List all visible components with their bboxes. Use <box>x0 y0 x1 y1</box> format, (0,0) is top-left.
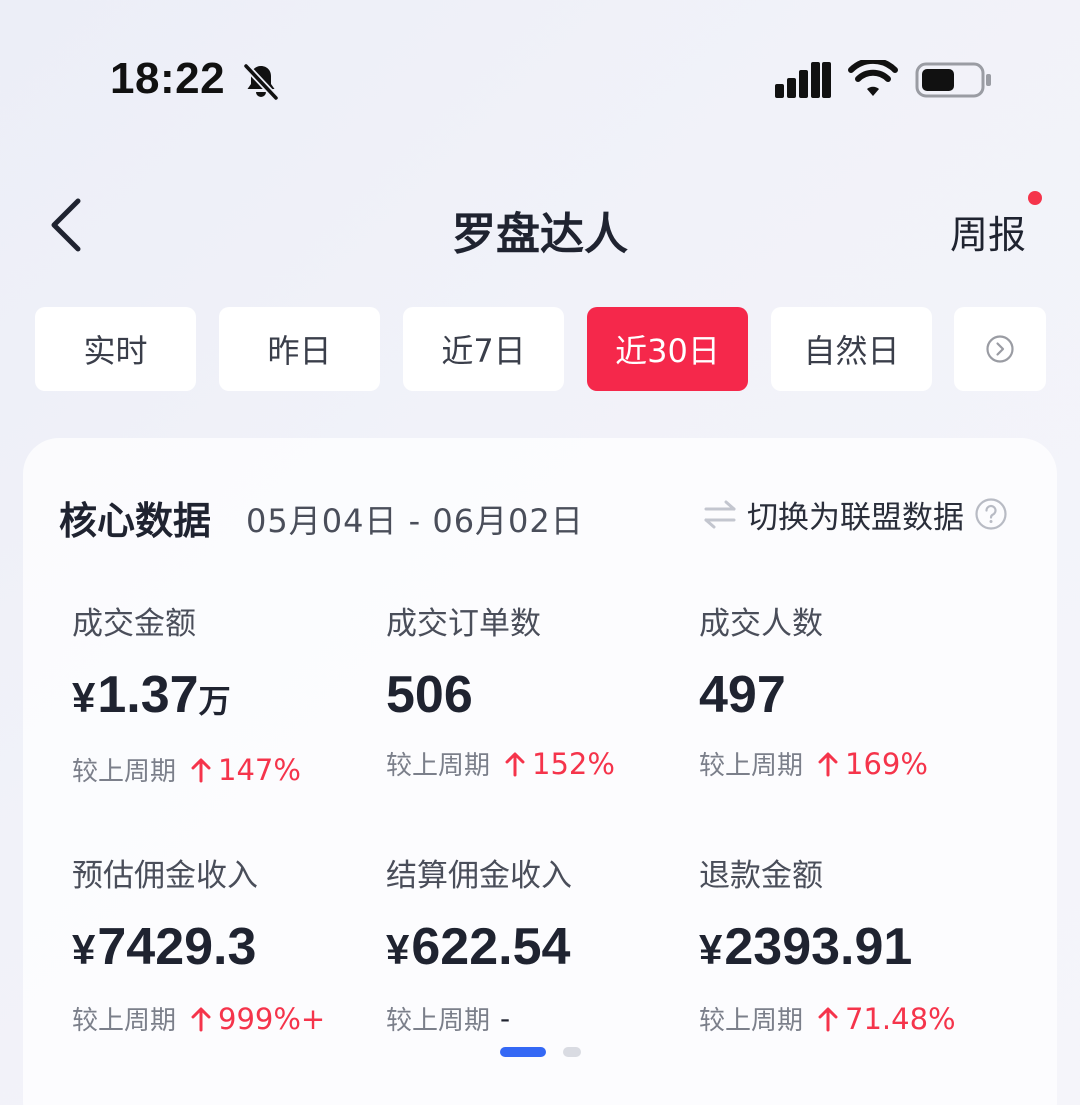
date-range: 05月04日 - 06月02日 <box>246 502 584 540</box>
date-range-tabs: 实时 昨日 近7日 近30日 自然日 <box>35 307 1080 391</box>
compare-value: 169% <box>845 746 928 781</box>
metric-label: 预估佣金收入 <box>72 858 258 894</box>
tab-natural-day[interactable]: 自然日 <box>771 307 932 391</box>
signal-icon <box>775 62 831 98</box>
compare-label: 较上周期 <box>386 1006 491 1036</box>
metric-gmv[interactable]: 成交金额 ¥1.37万 较上周期 147% <box>72 598 372 788</box>
bell-off-icon <box>242 62 280 102</box>
weekly-report-link[interactable]: 周报 <box>950 204 1026 259</box>
compare-value: 147% <box>218 752 301 787</box>
status-bar: 18:22 <box>0 0 1080 150</box>
metric-label: 退款金额 <box>699 858 823 894</box>
tab-last-7-days[interactable]: 近7日 <box>403 307 564 391</box>
arrow-up-icon <box>818 1007 838 1031</box>
compare-label: 较上周期 <box>699 1006 804 1036</box>
card-title: 核心数据 <box>59 499 212 543</box>
swap-icon <box>704 500 736 529</box>
compare-value: 71.48% <box>845 1001 956 1036</box>
metric-label: 成交人数 <box>699 606 823 642</box>
metric-compare: 较上周期 999%+ <box>72 1000 372 1037</box>
page-dot[interactable] <box>563 1047 581 1057</box>
metric-compare: 较上周期 152% <box>386 745 686 782</box>
compare-label: 较上周期 <box>72 1006 177 1036</box>
compare-label: 较上周期 <box>72 757 177 787</box>
arrow-up-icon <box>191 758 211 782</box>
metric-value: ¥1.37万 <box>72 666 231 724</box>
metric-value: 506 <box>386 666 473 724</box>
metric-value: ¥7429.3 <box>72 918 257 976</box>
switch-data-source-label: 切换为联盟数据 <box>747 499 964 536</box>
metric-compare: 较上周期 - <box>386 1000 686 1037</box>
metric-value: 497 <box>699 666 786 724</box>
metric-compare: 较上周期 169% <box>699 745 999 782</box>
compare-value: 999%+ <box>218 1001 326 1036</box>
arrow-up-icon <box>191 1007 211 1031</box>
tab-realtime[interactable]: 实时 <box>35 307 196 391</box>
metric-label: 成交订单数 <box>386 606 541 642</box>
tab-last-30-days[interactable]: 近30日 <box>587 307 748 391</box>
metric-estimated-commission[interactable]: 预估佣金收入 ¥7429.3 较上周期 999%+ <box>72 850 372 1037</box>
status-time: 18:22 <box>110 54 226 103</box>
page-title: 罗盘达人 <box>452 209 628 260</box>
more-tabs-button[interactable] <box>954 307 1046 391</box>
page-indicator <box>500 1047 600 1059</box>
metric-compare: 较上周期 147% <box>72 751 372 788</box>
arrow-up-icon <box>818 752 838 776</box>
metric-value: ¥2393.91 <box>699 918 913 976</box>
core-data-card: 核心数据 05月04日 - 06月02日 切换为联盟数据 成交金额 ¥1.37万… <box>23 438 1057 1105</box>
compare-label: 较上周期 <box>699 751 804 781</box>
metric-orders[interactable]: 成交订单数 506 较上周期 152% <box>386 598 686 782</box>
wifi-icon <box>848 60 898 96</box>
battery-icon <box>915 62 991 98</box>
help-icon[interactable] <box>974 497 1008 531</box>
metric-value: ¥622.54 <box>386 918 571 976</box>
switch-data-source-button[interactable]: 切换为联盟数据 <box>703 492 1008 536</box>
compare-value: - <box>500 1002 511 1035</box>
chevron-right-circle-icon <box>986 335 1014 363</box>
metric-label: 结算佣金收入 <box>386 858 572 894</box>
arrow-up-icon <box>505 752 525 776</box>
metric-compare: 较上周期 71.48% <box>699 1000 999 1037</box>
metric-settled-commission[interactable]: 结算佣金收入 ¥622.54 较上周期 - <box>386 850 686 1037</box>
metric-label: 成交金额 <box>72 606 196 642</box>
metric-refund-amount[interactable]: 退款金额 ¥2393.91 较上周期 71.48% <box>699 850 999 1037</box>
notification-dot <box>1028 191 1042 205</box>
compare-value: 152% <box>532 746 615 781</box>
page-dot-active[interactable] <box>500 1047 546 1057</box>
tab-yesterday[interactable]: 昨日 <box>219 307 380 391</box>
compare-label: 较上周期 <box>386 751 491 781</box>
metric-buyers[interactable]: 成交人数 497 较上周期 169% <box>699 598 999 782</box>
